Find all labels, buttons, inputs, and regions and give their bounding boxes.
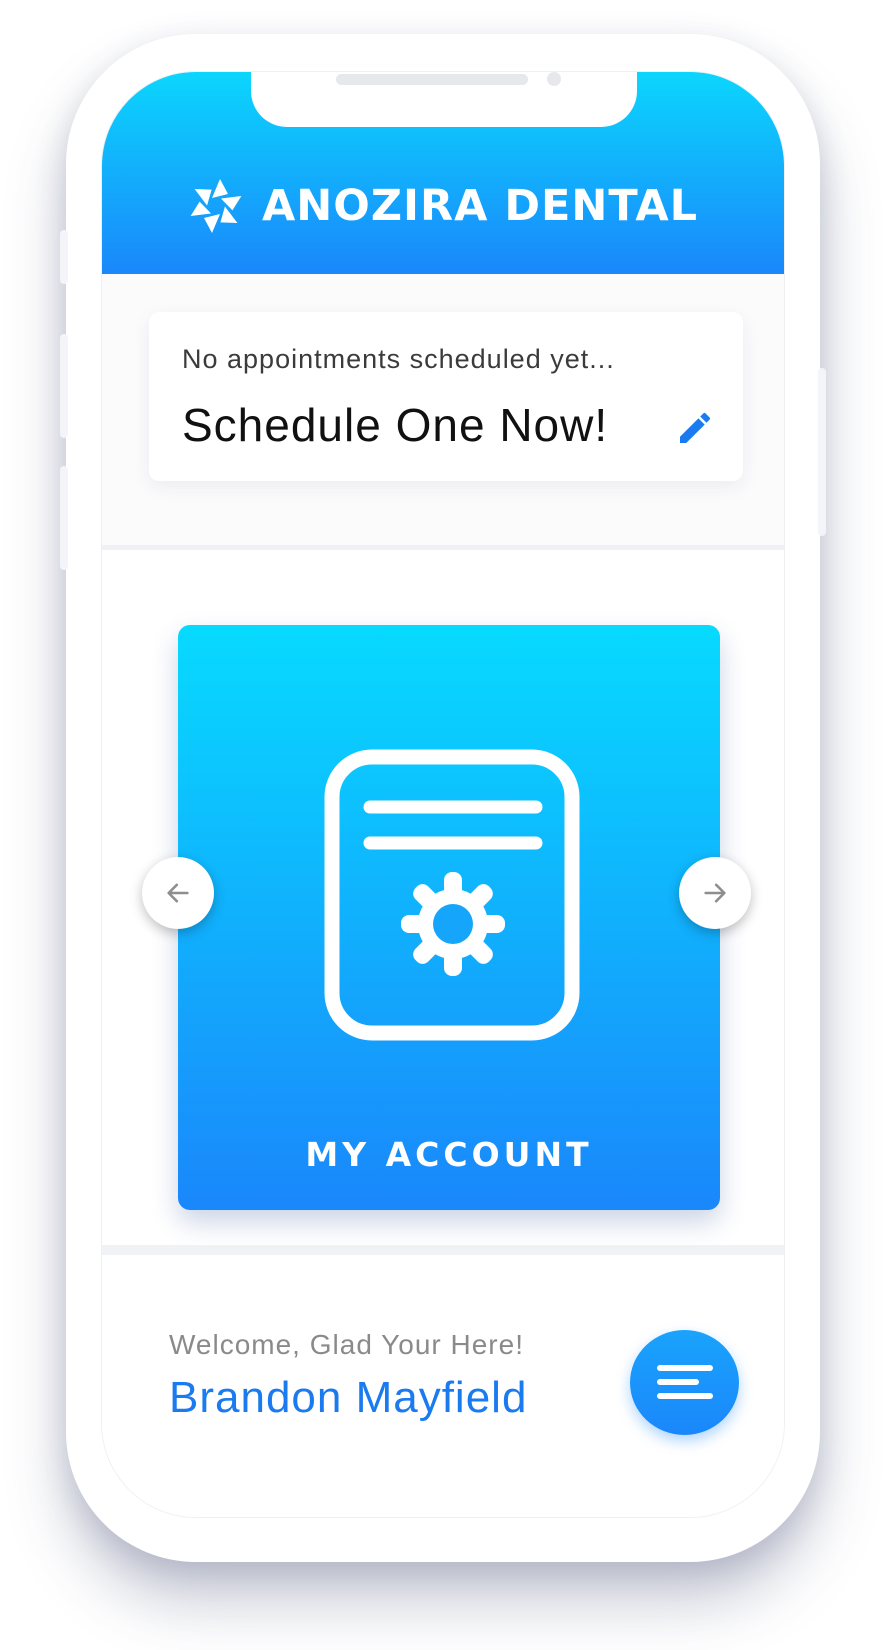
menu-button[interactable] (630, 1330, 739, 1435)
speaker-grille (336, 74, 528, 85)
appointment-status: No appointments scheduled yet... (182, 344, 615, 374)
phone-notch (251, 72, 637, 127)
phone-side-button (60, 334, 68, 438)
arrow-right-icon (704, 883, 726, 903)
carousel-next-button[interactable] (679, 857, 751, 929)
menu-lines-icon (657, 1365, 713, 1371)
phone-side-button (818, 368, 826, 536)
card-label: MY ACCOUNT (305, 1135, 593, 1174)
phone-side-button (60, 230, 68, 284)
appointment-section: No appointments scheduled yet... Schedul… (102, 274, 784, 550)
menu-lines-icon (657, 1393, 713, 1399)
document-gear-icon (324, 749, 580, 1041)
schedule-now-link[interactable]: Schedule One Now! (182, 398, 608, 452)
carousel-prev-button[interactable] (142, 857, 214, 929)
front-camera (547, 72, 561, 86)
appointment-card[interactable]: No appointments scheduled yet... Schedul… (149, 312, 743, 481)
pencil-icon[interactable] (675, 408, 715, 448)
app-screen: ANOZIRA DENTAL No appointments scheduled… (101, 71, 785, 1518)
profile-footer: Welcome, Glad Your Here! Brandon Mayfiel… (102, 1265, 784, 1517)
brand-name: ANOZIRA DENTAL (262, 181, 699, 231)
arrow-left-icon (167, 883, 189, 903)
pinwheel-logo-icon (190, 179, 242, 233)
feature-carousel: MY ACCOUNT (102, 555, 784, 1255)
my-account-card[interactable]: MY ACCOUNT (178, 625, 720, 1210)
user-name[interactable]: Brandon Mayfield (169, 1373, 527, 1423)
menu-lines-icon (657, 1379, 699, 1385)
phone-side-button (60, 466, 68, 570)
brand: ANOZIRA DENTAL (186, 176, 698, 236)
welcome-message: Welcome, Glad Your Here! (169, 1329, 524, 1360)
app-header: ANOZIRA DENTAL (102, 72, 784, 274)
